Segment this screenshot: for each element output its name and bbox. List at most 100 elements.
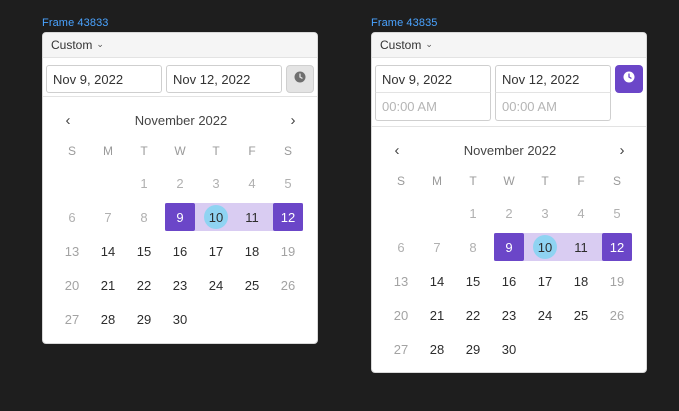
time-toggle-button[interactable]	[615, 65, 643, 93]
calendar-day[interactable]: 19	[599, 267, 635, 295]
range-type-label: Custom	[51, 38, 93, 52]
weekday-label: S	[612, 174, 621, 188]
calendar-day[interactable]: 25	[234, 271, 270, 299]
date-time-inputs: Nov 9, 2022 00:00 AM Nov 12, 2022 00:00 …	[372, 58, 646, 127]
calendar-day[interactable]: 30	[162, 305, 198, 333]
calendar-day[interactable]: 6	[383, 233, 419, 261]
calendar-day[interactable]: 17	[527, 267, 563, 295]
start-date-value: Nov 9, 2022	[53, 71, 124, 87]
calendar-day[interactable]: 16	[491, 267, 527, 295]
chevron-left-icon[interactable]: ‹	[387, 140, 407, 160]
calendar-day[interactable]: 2	[491, 199, 527, 227]
start-time-placeholder: 00:00 AM	[382, 99, 437, 114]
calendar-day[interactable]: 27	[383, 335, 419, 363]
chevron-right-icon[interactable]: ›	[612, 140, 632, 160]
range-type-dropdown[interactable]: Custom ⌄	[43, 33, 317, 58]
calendar-day[interactable]: 26	[270, 271, 306, 299]
time-toggle-button[interactable]	[286, 65, 314, 93]
month-title: November 2022	[463, 142, 557, 158]
calendar-day[interactable]: 23	[162, 271, 198, 299]
calendar-day[interactable]: 14	[419, 267, 455, 295]
calendar-day[interactable]: 11	[234, 203, 270, 231]
calendar-day[interactable]: 8	[455, 233, 491, 261]
end-time-field[interactable]: 00:00 AM	[495, 93, 611, 121]
calendar-day[interactable]: 7	[90, 203, 126, 231]
calendar-day[interactable]: 6	[54, 203, 90, 231]
start-date-value: Nov 9, 2022	[382, 71, 453, 87]
end-date-field[interactable]: Nov 12, 2022	[166, 65, 282, 93]
calendar-day[interactable]: 15	[455, 267, 491, 295]
start-time-field[interactable]: 00:00 AM	[375, 93, 491, 121]
calendar-day[interactable]: 27	[54, 305, 90, 333]
calendar-day[interactable]: 15	[126, 237, 162, 265]
calendar-day[interactable]: 29	[126, 305, 162, 333]
calendar-day[interactable]: 26	[599, 301, 635, 329]
calendar-day[interactable]: 18	[563, 267, 599, 295]
calendar-day[interactable]: 1	[455, 199, 491, 227]
date-inputs: Nov 9, 2022 Nov 12, 2022	[43, 58, 317, 97]
calendar-day[interactable]: 19	[270, 237, 306, 265]
weekday-label: S	[396, 174, 405, 188]
calendar-day[interactable]: 21	[419, 301, 455, 329]
end-date-value: Nov 12, 2022	[502, 71, 580, 87]
weekday-label: S	[283, 144, 292, 158]
calendar-day[interactable]: 24	[198, 271, 234, 299]
today-day[interactable]: 10	[527, 233, 563, 261]
start-date-field[interactable]: Nov 9, 2022	[375, 65, 491, 93]
calendar-day[interactable]: 3	[527, 199, 563, 227]
calendar-day[interactable]: 29	[455, 335, 491, 363]
end-date-value: Nov 12, 2022	[173, 71, 251, 87]
month-title: November 2022	[134, 112, 228, 128]
calendar-day[interactable]: 25	[563, 301, 599, 329]
calendar-day[interactable]: 5	[270, 169, 306, 197]
frame-label: Frame 43835	[371, 17, 438, 29]
calendar-day[interactable]: 2	[162, 169, 198, 197]
start-date-field[interactable]: Nov 9, 2022	[46, 65, 162, 93]
calendar-day[interactable]: 3	[198, 169, 234, 197]
today-marker: 10	[533, 235, 557, 259]
today-day[interactable]: 10	[198, 203, 234, 231]
calendar-day[interactable]: 7	[419, 233, 455, 261]
calendar-day[interactable]: 11	[563, 233, 599, 261]
weekday-label: F	[577, 174, 585, 188]
chevron-down-icon: ⌄	[425, 38, 433, 49]
range-end-day[interactable]: 12	[602, 233, 632, 261]
calendar-day[interactable]: 21	[90, 271, 126, 299]
calendar-day[interactable]: 1	[126, 169, 162, 197]
end-date-field[interactable]: Nov 12, 2022	[495, 65, 611, 93]
calendar-day[interactable]: 28	[90, 305, 126, 333]
weekday-label: F	[248, 144, 256, 158]
calendar-day[interactable]: 17	[198, 237, 234, 265]
calendar-day[interactable]: 18	[234, 237, 270, 265]
range-type-label: Custom	[380, 38, 422, 52]
calendar-day[interactable]: 20	[383, 301, 419, 329]
weekday-label: S	[67, 144, 76, 158]
range-type-dropdown[interactable]: Custom ⌄	[372, 33, 646, 58]
calendar-day[interactable]: 13	[383, 267, 419, 295]
calendar-day[interactable]: 20	[54, 271, 90, 299]
range-start-day[interactable]: 9	[494, 233, 524, 261]
calendar: November 2022 ‹ › S M T W T F S 1 2 3 4 5 6 7 8 9 10 11 12 13 1…	[372, 128, 646, 372]
today-marker: 10	[204, 205, 228, 229]
calendar-day[interactable]: 4	[563, 199, 599, 227]
chevron-right-icon[interactable]: ›	[283, 110, 303, 130]
calendar-day[interactable]: 24	[527, 301, 563, 329]
calendar-day[interactable]: 23	[491, 301, 527, 329]
chevron-left-icon[interactable]: ‹	[58, 110, 78, 130]
calendar-day[interactable]: 5	[599, 199, 635, 227]
weekday-label: M	[432, 174, 442, 188]
calendar-day[interactable]: 13	[54, 237, 90, 265]
calendar-day[interactable]: 16	[162, 237, 198, 265]
weekday-label: T	[212, 144, 220, 158]
weekday-label: M	[103, 144, 113, 158]
calendar-day[interactable]: 4	[234, 169, 270, 197]
range-start-day[interactable]: 9	[165, 203, 195, 231]
calendar-day[interactable]: 30	[491, 335, 527, 363]
date-range-picker: Custom ⌄ Nov 9, 2022 Nov 12, 2022 Novemb…	[42, 32, 318, 344]
calendar-day[interactable]: 8	[126, 203, 162, 231]
calendar-day[interactable]: 22	[455, 301, 491, 329]
calendar-day[interactable]: 14	[90, 237, 126, 265]
calendar-day[interactable]: 22	[126, 271, 162, 299]
calendar-day[interactable]: 28	[419, 335, 455, 363]
range-end-day[interactable]: 12	[273, 203, 303, 231]
